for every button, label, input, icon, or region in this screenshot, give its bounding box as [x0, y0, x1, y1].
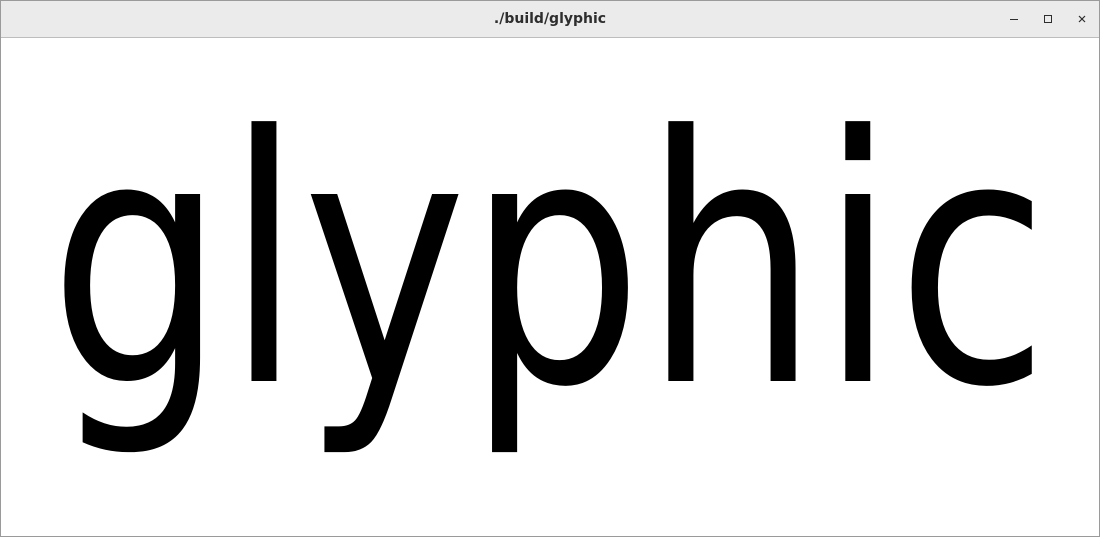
close-button[interactable] — [1070, 7, 1094, 31]
rendered-glyph-text: glyphic — [49, 64, 1049, 462]
minimize-button[interactable] — [1002, 7, 1026, 31]
close-icon — [1078, 15, 1086, 23]
app-window: ./build/glyphic glyphic — [0, 0, 1100, 537]
rendered-text-canvas: glyphic — [49, 64, 1049, 462]
maximize-icon — [1044, 15, 1052, 23]
window-title: ./build/glyphic — [493, 11, 607, 27]
maximize-button[interactable] — [1036, 7, 1060, 31]
title-bar[interactable]: ./build/glyphic — [1, 1, 1099, 38]
render-canvas: glyphic — [1, 38, 1099, 536]
minimize-icon — [1010, 19, 1018, 20]
